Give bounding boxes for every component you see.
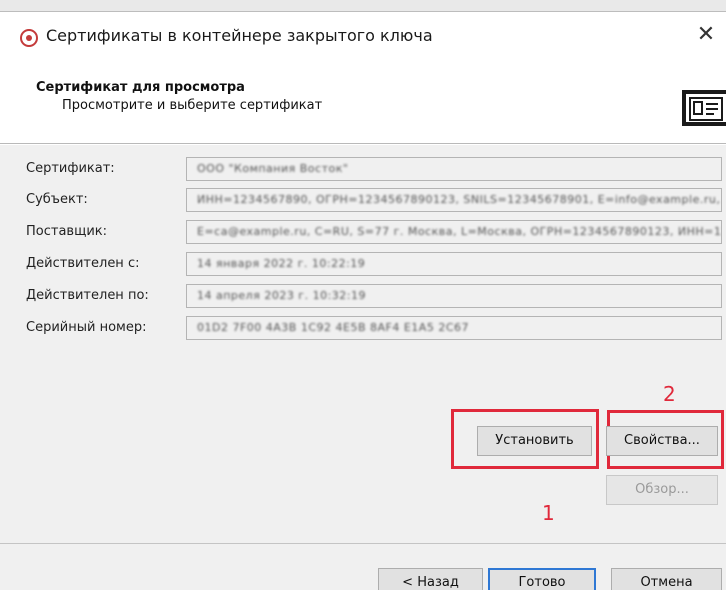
header-subtitle: Просмотрите и выберите сертификат (62, 98, 323, 113)
valid-from-field: 14 января 2022 г. 10:22:19 (186, 252, 722, 276)
valid-from-value: 14 января 2022 г. 10:22:19 (197, 257, 366, 270)
valid-to-value: 14 апреля 2023 г. 10:32:19 (197, 289, 366, 302)
cancel-button[interactable]: Отмена (611, 568, 722, 590)
subject-label: Субъект: (26, 192, 88, 207)
valid-to-field: 14 апреля 2023 г. 10:32:19 (186, 284, 722, 308)
subject-value: ИНН=1234567890, ОГРН=1234567890123, SNIL… (197, 193, 721, 206)
certificate-value: ООО "Компания Восток" (197, 162, 349, 175)
properties-button[interactable]: Свойства... (606, 426, 718, 456)
certificate-field: ООО "Компания Восток" (186, 157, 722, 181)
annotation-marker-1: 1 (542, 501, 555, 525)
wizard-header: Сертификат для просмотра Просмотрите и в… (0, 58, 726, 144)
serial-number-field: 01D2 7F00 4A3B 1C92 4E5B 8AF4 E1A5 2C67 (186, 316, 722, 340)
cryptopro-app-icon (20, 29, 38, 47)
back-button[interactable]: < Назад (378, 568, 483, 590)
finish-button[interactable]: Готово (488, 568, 596, 590)
valid-from-label: Действителен с: (26, 256, 140, 271)
header-title: Сертификат для просмотра (36, 80, 245, 95)
annotation-marker-2: 2 (663, 382, 676, 406)
browse-button[interactable]: Обзор... (606, 475, 718, 505)
certificate-icon (682, 90, 726, 126)
certificate-dialog: Сертификаты в контейнере закрытого ключа… (0, 12, 726, 590)
issuer-label: Поставщик: (26, 224, 108, 239)
certificate-label: Сертификат: (26, 161, 115, 176)
serial-number-value: 01D2 7F00 4A3B 1C92 4E5B 8AF4 E1A5 2C67 (197, 321, 470, 334)
issuer-value: E=ca@example.ru, C=RU, S=77 г. Москва, L… (197, 225, 722, 238)
title-bar: Сертификаты в контейнере закрытого ключа… (0, 12, 726, 58)
valid-to-label: Действителен по: (26, 288, 149, 303)
issuer-field: E=ca@example.ru, C=RU, S=77 г. Москва, L… (186, 220, 722, 244)
footer-divider (0, 543, 726, 544)
subject-field: ИНН=1234567890, ОГРН=1234567890123, SNIL… (186, 188, 722, 212)
close-icon[interactable]: ✕ (686, 20, 726, 52)
window-title: Сертификаты в контейнере закрытого ключа (46, 26, 433, 45)
serial-number-label: Серийный номер: (26, 320, 147, 335)
background-window-strip (0, 0, 726, 12)
content-area: Сертификат: ООО "Компания Восток" Субъек… (0, 145, 726, 590)
install-button[interactable]: Установить (477, 426, 592, 456)
